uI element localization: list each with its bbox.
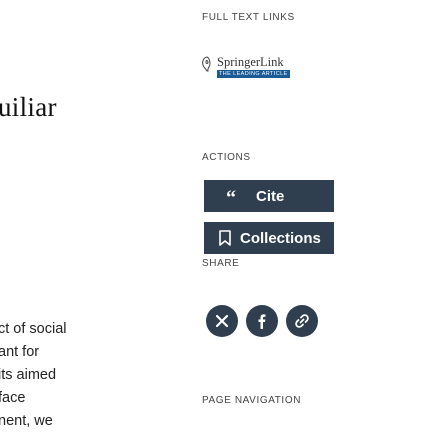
abstract-line: its aimed [0, 367, 57, 383]
abstract-text-fragment: ct of social ant for its aimed face nent… [0, 318, 67, 433]
collections-button-label: Collections [240, 229, 321, 247]
permalink-share-button[interactable] [286, 305, 318, 337]
cite-button[interactable]: “ Cite [204, 180, 334, 212]
springer-horse-icon [202, 56, 211, 72]
abstract-line: nent, we [0, 413, 53, 429]
collections-button[interactable]: Collections [204, 222, 334, 254]
full-text-links-heading: FULL TEXT LINKS [202, 12, 295, 23]
bookmark-icon [219, 230, 231, 246]
abstract-line: ct of social [0, 321, 67, 337]
actions-heading: ACTIONS [202, 152, 251, 163]
facebook-icon [258, 314, 266, 329]
springerlink-link[interactable]: SpringerLink THE LEADING ARTICLE [201, 56, 290, 78]
springer-link-name: SpringerLink [217, 55, 284, 69]
abstract-line: face [0, 390, 26, 406]
springer-link-tagline: THE LEADING ARTICLE [217, 70, 290, 78]
x-twitter-share-button[interactable] [206, 305, 238, 337]
share-buttons [206, 305, 318, 337]
quote-icon: “ [226, 187, 236, 209]
article-title-fragment: uiliar [0, 92, 57, 122]
share-heading: SHARE [202, 258, 240, 269]
cite-button-label: Cite [256, 187, 285, 205]
abstract-line: ant for [0, 344, 40, 360]
facebook-share-button[interactable] [246, 305, 278, 337]
permalink-icon [295, 314, 309, 328]
x-twitter-icon [215, 314, 229, 328]
page-navigation-heading: PAGE NAVIGATION [202, 395, 302, 406]
